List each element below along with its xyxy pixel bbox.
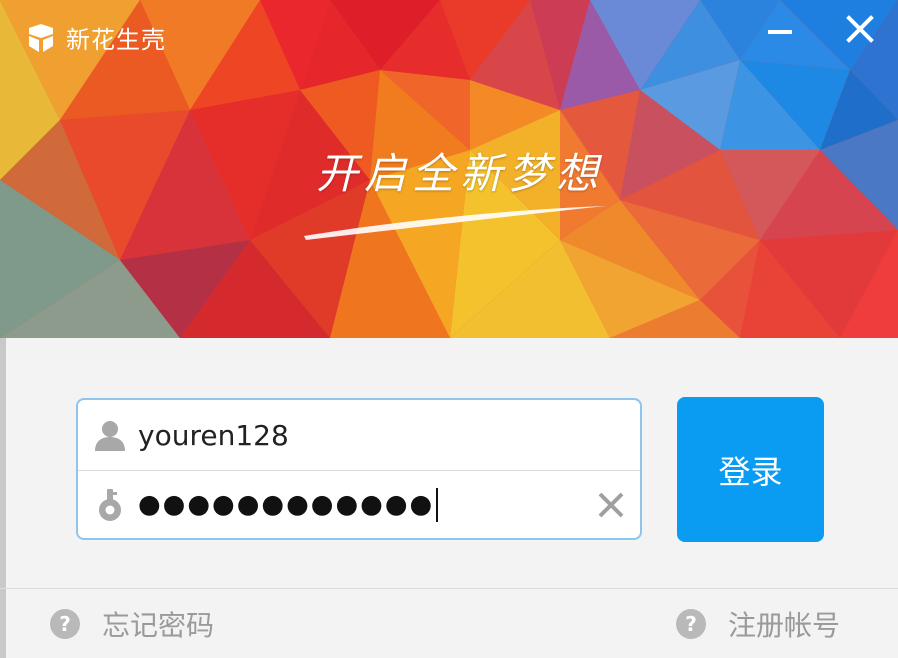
- minimize-button[interactable]: [760, 14, 800, 48]
- text-caret: [436, 488, 439, 522]
- forgot-password-label: 忘记密码: [102, 609, 215, 642]
- username-row[interactable]: youren128: [78, 400, 640, 471]
- login-window: 新花生壳 开启全新梦想 youren128 ●●●●●●●●●●●● 登录 ? …: [0, 0, 898, 658]
- password-mask: ●●●●●●●●●●●●: [138, 489, 435, 520]
- slogan-text: 开启全新梦想: [315, 149, 604, 198]
- username-input[interactable]: youren128: [138, 419, 289, 452]
- question-icon: ?: [676, 609, 706, 639]
- password-row[interactable]: ●●●●●●●●●●●●: [78, 470, 640, 540]
- register-label: 注册帐号: [728, 609, 841, 642]
- app-title: 新花生壳: [66, 26, 166, 54]
- clear-password-button[interactable]: [596, 490, 626, 520]
- register-link[interactable]: ? 注册帐号: [676, 604, 840, 644]
- login-form: youren128 ●●●●●●●●●●●●: [76, 398, 642, 540]
- footer-divider: [0, 588, 898, 589]
- minimize-icon: [768, 30, 792, 34]
- question-icon: ?: [50, 609, 80, 639]
- close-button[interactable]: [840, 14, 880, 48]
- app-logo-icon: [29, 23, 53, 52]
- close-icon: [846, 15, 874, 43]
- password-input[interactable]: ●●●●●●●●●●●●: [138, 488, 439, 522]
- user-icon: [92, 417, 128, 453]
- forgot-password-link[interactable]: ? 忘记密码: [50, 604, 214, 644]
- banner: 新花生壳 开启全新梦想: [0, 0, 898, 338]
- slogan-brush-stroke: [304, 206, 606, 240]
- titlebar: 新花生壳: [26, 20, 166, 55]
- key-lock-icon: [92, 487, 128, 523]
- login-button[interactable]: 登录: [677, 397, 824, 542]
- clear-x-icon: [598, 492, 624, 518]
